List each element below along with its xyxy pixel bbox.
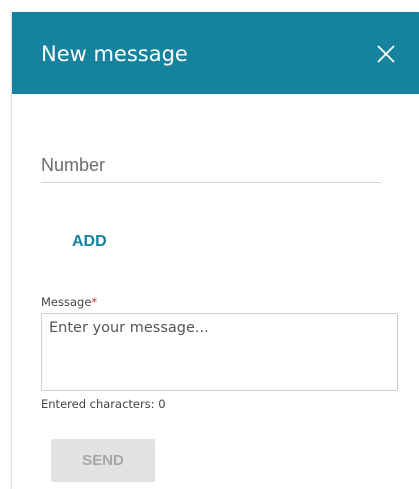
close-icon	[377, 45, 395, 63]
message-label-text: Message	[41, 295, 92, 309]
number-input[interactable]	[41, 148, 381, 183]
character-counter: Entered characters: 0	[41, 397, 166, 411]
send-button[interactable]: SEND	[51, 439, 155, 482]
new-message-dialog: New message ADD Message* Entered charact…	[12, 12, 419, 489]
message-input[interactable]	[41, 313, 398, 391]
dialog-header: New message	[12, 12, 419, 94]
required-asterisk: *	[91, 295, 98, 309]
add-button[interactable]: ADD	[72, 232, 107, 252]
message-field-label: Message*	[41, 295, 97, 309]
close-button[interactable]	[373, 41, 399, 67]
dialog-title: New message	[41, 42, 188, 66]
